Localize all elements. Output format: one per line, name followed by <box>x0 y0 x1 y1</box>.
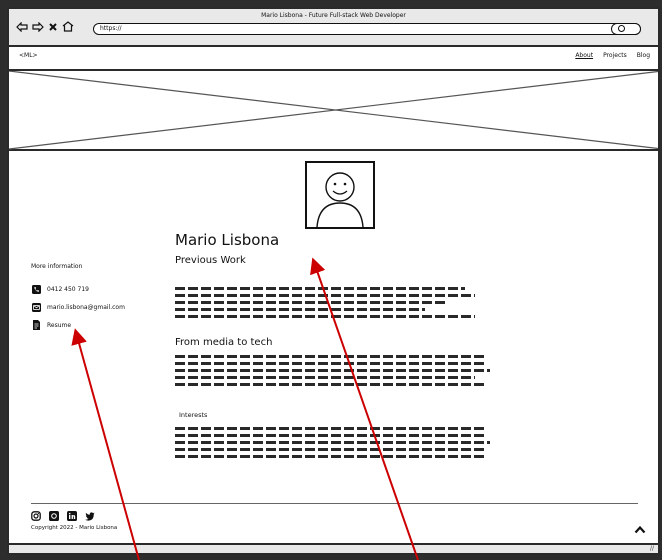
browser-status-bar: // <box>9 543 658 553</box>
sidebar-phone-label: 0412 450 719 <box>47 285 89 293</box>
heading-from-media-to-tech: From media to tech <box>175 337 273 348</box>
email-icon <box>31 302 41 312</box>
document-icon <box>31 320 41 330</box>
site-logo[interactable]: <ML> <box>19 52 38 59</box>
back-arrow-icon[interactable] <box>16 21 28 32</box>
sidebar-item-email[interactable]: mario.lisbona@gmail.com <box>31 298 171 316</box>
sidebar-email-label: mario.lisbona@gmail.com <box>47 303 125 311</box>
nav-link-projects[interactable]: Projects <box>603 52 627 59</box>
close-icon[interactable] <box>48 22 58 32</box>
previous-work-text <box>175 287 490 322</box>
social-links <box>31 511 95 521</box>
sidebar-item-resume[interactable]: Resume <box>31 316 171 334</box>
window-title: Mario Lisbona - Future Full-stack Web De… <box>261 12 406 19</box>
sidebar-resume-label: Resume <box>47 321 72 329</box>
search-toggle[interactable] <box>611 23 641 35</box>
interests-text <box>175 427 490 462</box>
heading-interests: Interests <box>179 411 208 419</box>
site-header: <ML> About Projects Blog <box>9 47 658 71</box>
hero-image-placeholder <box>9 71 658 151</box>
instagram-icon[interactable] <box>31 511 41 521</box>
profile-avatar <box>305 161 375 229</box>
twitter-icon[interactable] <box>85 511 95 521</box>
url-bar[interactable]: https:// <box>93 23 641 35</box>
sidebar-more-info: More information 0412 450 719 mario.lisb… <box>31 263 171 334</box>
nav-link-about[interactable]: About <box>575 52 593 59</box>
profile-name: Mario Lisbona <box>175 231 280 249</box>
wireframe-window: Mario Lisbona - Future Full-stack Web De… <box>7 7 660 555</box>
site-nav: About Projects Blog <box>575 52 650 59</box>
browser-chrome: Mario Lisbona - Future Full-stack Web De… <box>9 9 658 47</box>
browser-nav-controls <box>16 21 74 32</box>
linkedin-icon[interactable] <box>67 511 77 521</box>
scroll-top-chevron-icon[interactable] <box>634 523 646 537</box>
media-to-tech-text <box>175 355 490 390</box>
sidebar-title: More information <box>31 263 83 270</box>
sidebar-item-phone[interactable]: 0412 450 719 <box>31 280 171 298</box>
home-icon[interactable] <box>62 21 74 32</box>
nav-link-blog[interactable]: Blog <box>637 52 650 59</box>
footer-copyright: Copyright 2022 - Mario Lisbona <box>31 525 118 531</box>
heading-previous-work: Previous Work <box>175 255 246 266</box>
resize-grip-icon[interactable]: // <box>650 545 654 552</box>
search-icon <box>618 25 625 32</box>
forward-arrow-icon[interactable] <box>32 21 44 32</box>
url-text: https:// <box>100 25 122 32</box>
github-icon[interactable] <box>49 511 59 521</box>
phone-icon <box>31 284 41 294</box>
footer-divider <box>31 503 638 504</box>
